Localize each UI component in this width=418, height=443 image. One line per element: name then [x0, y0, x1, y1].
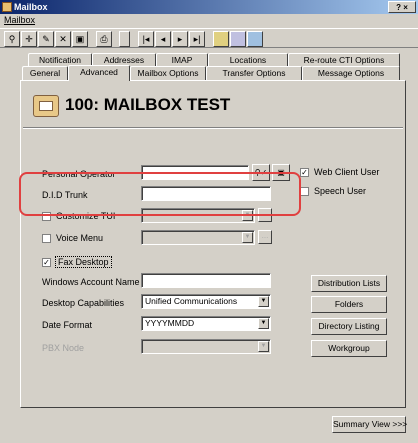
- menu-bar: Mailbox: [0, 14, 418, 27]
- tab-locations[interactable]: Locations: [208, 53, 288, 67]
- folder-icon[interactable]: [213, 31, 229, 47]
- tab-imap[interactable]: IMAP: [156, 53, 208, 67]
- date-format-value: YYYYMMDD: [145, 318, 195, 328]
- chevron-down-icon[interactable]: ▼: [258, 341, 269, 352]
- tab-general[interactable]: General: [22, 66, 68, 80]
- tab-reroute-cti[interactable]: Re-route CTI Options: [288, 53, 400, 67]
- windows-account-name-field[interactable]: [141, 273, 271, 288]
- chevron-down-icon[interactable]: ▼: [242, 232, 253, 243]
- distribution-lists-button[interactable]: Distribution Lists: [311, 275, 387, 292]
- divider: [23, 127, 403, 129]
- folders-button[interactable]: Folders: [311, 296, 387, 313]
- tab-panel: 100: MAILBOX TEST Personal Operator ⚲✓ ▣…: [20, 80, 406, 408]
- date-format-select[interactable]: YYYYMMDD ▼: [141, 316, 271, 331]
- workgroup-button[interactable]: Workgroup: [311, 340, 387, 357]
- add-icon[interactable]: ✛: [21, 31, 37, 47]
- pbx-node-label: PBX Node: [42, 343, 85, 353]
- voice-menu-label: Voice Menu: [56, 233, 104, 243]
- window-title: Mailbox: [14, 2, 48, 12]
- date-format-label: Date Format: [42, 320, 93, 330]
- summary-view-button[interactable]: Summary View >>>: [332, 416, 407, 433]
- app-icon: [2, 2, 12, 12]
- desktop-capabilities-label: Desktop Capabilities: [42, 298, 125, 308]
- tab-message-options[interactable]: Message Options: [302, 66, 400, 80]
- mailbox-icon: [33, 95, 59, 117]
- tab-strip: Notification Addresses IMAP Locations Re…: [22, 53, 404, 81]
- toolbar: ⚲ ✛ ✎ ✕ ▣ ⎙ |◂ ◂ ▸ ▸|: [0, 28, 418, 48]
- chevron-down-icon[interactable]: ▼: [258, 318, 269, 329]
- page-title: 100: MAILBOX TEST: [33, 91, 230, 119]
- web-client-user-label: Web Client User: [314, 167, 380, 177]
- highlight-annotation: [19, 172, 301, 216]
- pbx-node-select[interactable]: ▼: [141, 339, 271, 354]
- voice-menu-more-button[interactable]: …: [258, 230, 272, 244]
- menu-item-mailbox[interactable]: Mailbox: [4, 15, 35, 25]
- print-icon[interactable]: ⎙: [96, 31, 112, 47]
- view-icon[interactable]: [230, 31, 246, 47]
- find-icon[interactable]: ⚲: [4, 31, 20, 47]
- page-title-text: 100: MAILBOX TEST: [65, 95, 231, 114]
- desktop-capabilities-value: Unified Communications: [145, 296, 238, 306]
- fax-desktop-checkbox[interactable]: ✓: [42, 258, 51, 267]
- grid-icon[interactable]: [247, 31, 263, 47]
- mailbox-window: Mailbox ? × Mailbox ⚲ ✛ ✎ ✕ ▣ ⎙ |◂ ◂ ▸ ▸…: [0, 0, 418, 443]
- desktop-capabilities-select[interactable]: Unified Communications ▼: [141, 294, 271, 309]
- prev-record-icon[interactable]: ◂: [155, 31, 171, 47]
- save-icon[interactable]: ▣: [72, 31, 88, 47]
- speech-user-label: Speech User: [314, 186, 367, 196]
- windows-account-name-label: Windows Account Name: [42, 277, 140, 287]
- separator-icon: [119, 31, 130, 47]
- title-buttons[interactable]: ? ×: [388, 1, 416, 13]
- voice-menu-checkbox[interactable]: [42, 234, 51, 243]
- tab-advanced[interactable]: Advanced: [68, 65, 130, 81]
- last-record-icon[interactable]: ▸|: [189, 31, 205, 47]
- edit-icon[interactable]: ✎: [38, 31, 54, 47]
- voice-menu-select[interactable]: ▼: [141, 230, 255, 245]
- speech-user-checkbox[interactable]: [300, 187, 309, 196]
- tab-transfer-options[interactable]: Transfer Options: [206, 66, 302, 80]
- delete-icon[interactable]: ✕: [55, 31, 71, 47]
- web-client-user-checkbox[interactable]: ✓: [300, 168, 309, 177]
- chevron-down-icon[interactable]: ▼: [258, 296, 269, 307]
- fax-desktop-label: Fax Desktop: [55, 256, 112, 268]
- directory-listing-button[interactable]: Directory Listing: [311, 318, 387, 335]
- title-bar: Mailbox ? ×: [0, 0, 418, 14]
- tab-mailbox-options[interactable]: Mailbox Options: [130, 66, 206, 80]
- next-record-icon[interactable]: ▸: [172, 31, 188, 47]
- first-record-icon[interactable]: |◂: [138, 31, 154, 47]
